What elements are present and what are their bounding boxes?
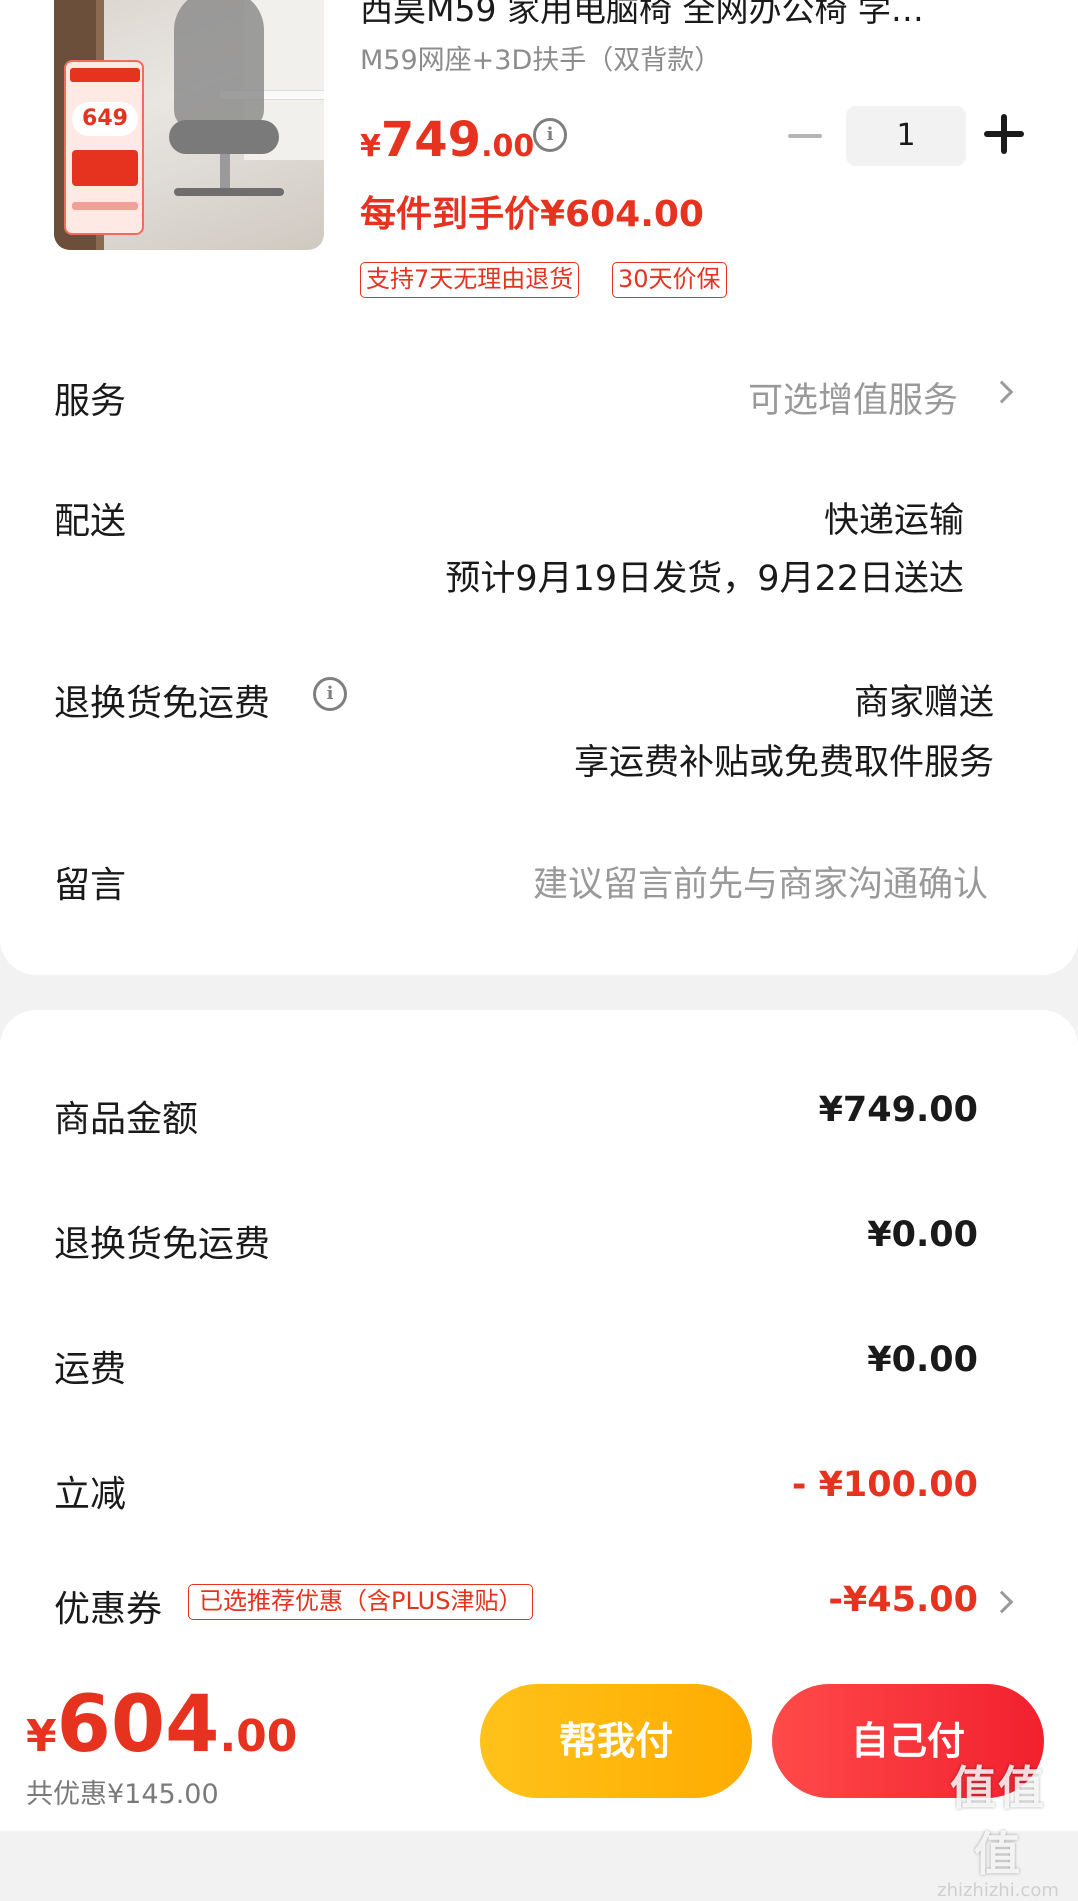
service-label: 服务 bbox=[54, 381, 127, 422]
shipping-fee-value: ¥0.00 bbox=[867, 1340, 978, 1380]
delivery-label: 配送 bbox=[54, 501, 127, 542]
return-fee-label: 退换货免运费 bbox=[54, 1224, 271, 1265]
return-shipping-value: 商家赠送 bbox=[853, 683, 994, 723]
coupon-value[interactable]: -¥45.00 bbox=[828, 1580, 978, 1620]
product-image[interactable]: 649 bbox=[54, 0, 324, 250]
quantity-input[interactable]: 1 bbox=[846, 106, 966, 166]
watermark-sub: zhizhizhi.com bbox=[937, 1880, 1059, 1901]
quantity-increase-button[interactable] bbox=[984, 114, 1024, 154]
delivery-method[interactable]: 快递运输 bbox=[824, 492, 964, 543]
chair-back-graphic bbox=[174, 0, 264, 130]
return-fee-value: ¥0.00 bbox=[867, 1215, 978, 1255]
promo-foot bbox=[72, 202, 138, 210]
chair-base-graphic bbox=[174, 188, 284, 196]
order-item-card: 649 西昊M59 家用电脑椅 全网办公椅 学… M59网座+3D扶手（双背款）… bbox=[0, 0, 1078, 975]
coupon-label: 优惠券 bbox=[54, 1589, 163, 1630]
promo-price: 649 bbox=[72, 102, 138, 136]
product-spec[interactable]: M59网座+3D扶手（双背款） bbox=[360, 38, 721, 77]
price-integer: 749 bbox=[380, 112, 482, 168]
price-decimal: .00 bbox=[481, 129, 535, 164]
service-value[interactable]: 可选增值服务 bbox=[748, 372, 958, 423]
shipping-fee-label: 运费 bbox=[54, 1349, 127, 1390]
watermark-logo: 值值值 zhizhizhi.com bbox=[928, 1752, 1068, 1901]
order-total: ¥604.00 bbox=[26, 1680, 297, 1770]
image-promo-badge: 649 bbox=[64, 60, 144, 235]
price-info-icon[interactable]: i bbox=[533, 118, 567, 152]
final-unit-price: 每件到手价¥604.00 bbox=[360, 194, 704, 235]
return-shipping-info-icon[interactable]: i bbox=[313, 677, 347, 711]
promo-tag-strip bbox=[70, 68, 140, 82]
chair-pole-graphic bbox=[220, 154, 230, 190]
total-decimal: .00 bbox=[219, 1711, 298, 1762]
product-title[interactable]: 西昊M59 家用电脑椅 全网办公椅 学… bbox=[360, 0, 1020, 30]
goods-amount-value: ¥749.00 bbox=[818, 1090, 978, 1130]
price-currency: ¥ bbox=[360, 129, 381, 164]
chair-seat-graphic bbox=[169, 120, 279, 154]
return-shipping-label: 退换货免运费 bbox=[54, 683, 271, 724]
instant-discount-value: - ¥100.00 bbox=[791, 1465, 978, 1505]
note-input[interactable]: 建议留言前先与商家沟通确认 bbox=[533, 856, 988, 907]
price-protection-tag: 30天价保 bbox=[612, 262, 727, 298]
total-integer: 604 bbox=[56, 1680, 220, 1770]
promo-box bbox=[72, 150, 138, 186]
quantity-decrease-button[interactable] bbox=[788, 134, 822, 138]
unit-price: ¥749.00 bbox=[360, 112, 534, 168]
note-label: 留言 bbox=[54, 865, 127, 906]
return-policy-tag: 支持7天无理由退货 bbox=[360, 262, 580, 298]
return-shipping-desc: 享运费补贴或免费取件服务 bbox=[573, 743, 994, 783]
delivery-eta: 预计9月19日发货，9月22日送达 bbox=[445, 559, 964, 599]
watermark-main: 值值值 bbox=[950, 1761, 1046, 1881]
service-chevron-icon[interactable] bbox=[990, 380, 1014, 404]
goods-amount-label: 商品金额 bbox=[54, 1099, 199, 1140]
total-currency: ¥ bbox=[26, 1711, 57, 1762]
total-savings[interactable]: 共优惠¥145.00 bbox=[26, 1772, 219, 1811]
help-me-pay-button[interactable]: 帮我付 bbox=[480, 1684, 752, 1798]
coupon-selected-tag[interactable]: 已选推荐优惠（含PLUS津贴） bbox=[188, 1584, 534, 1620]
instant-discount-label: 立减 bbox=[54, 1474, 127, 1515]
